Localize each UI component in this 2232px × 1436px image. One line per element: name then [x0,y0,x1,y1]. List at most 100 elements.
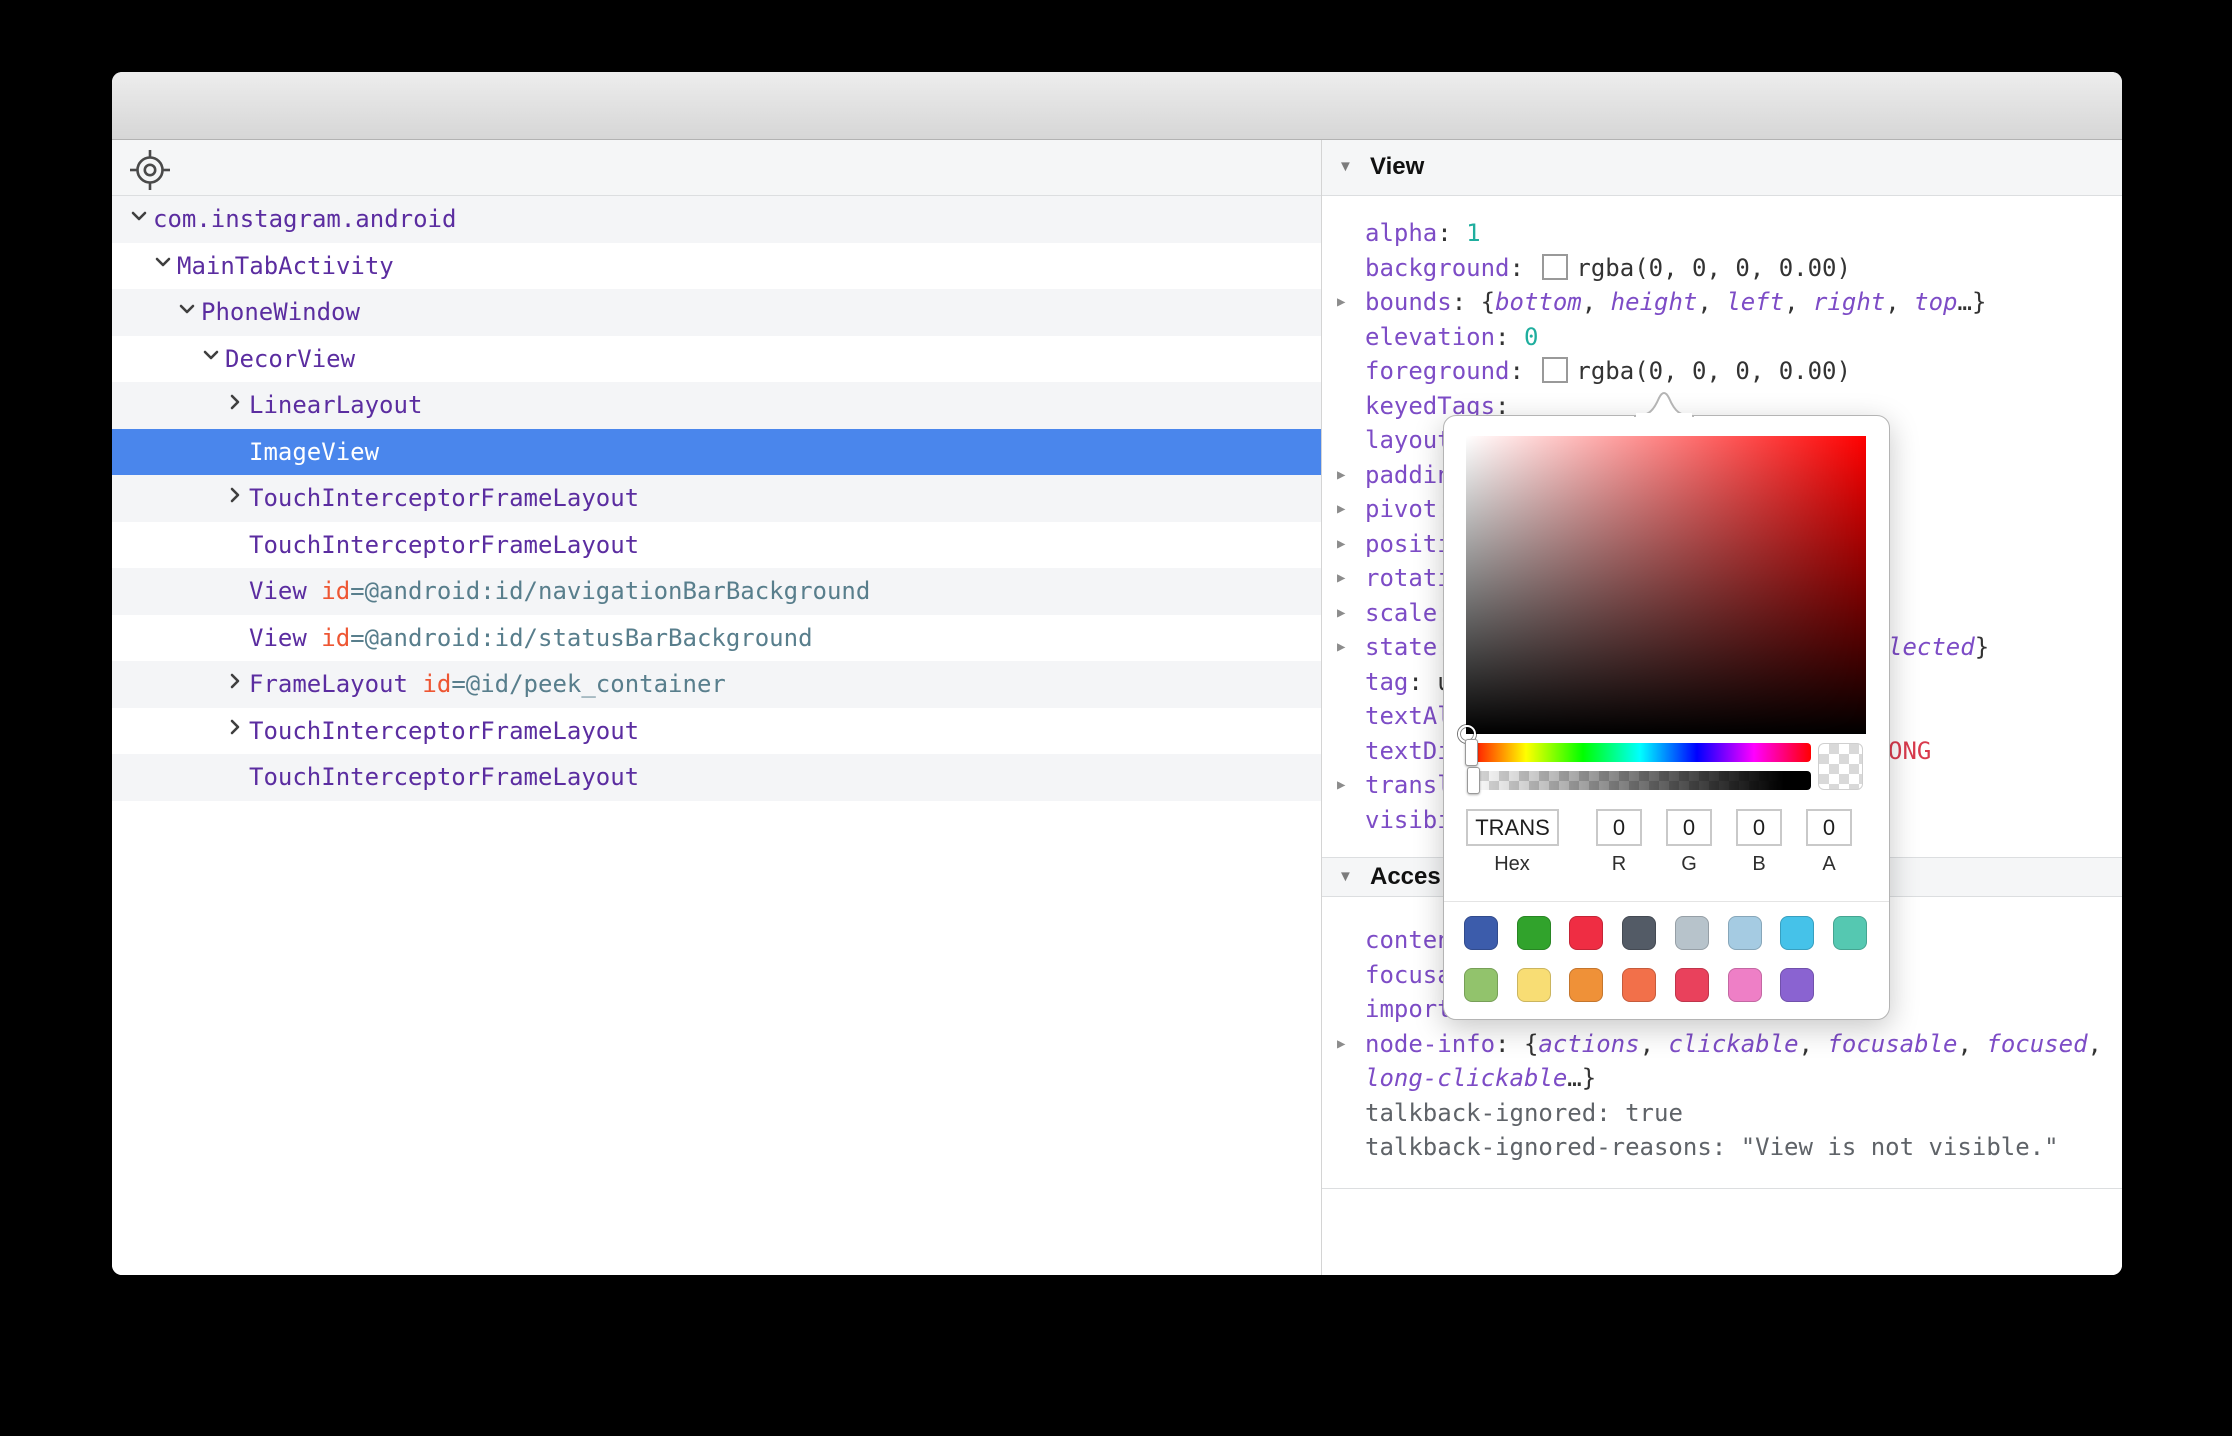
tree-row-maintabactivity[interactable]: MainTabActivity [112,243,1321,290]
property-value: left [1726,288,1784,316]
tree-row-touchinterceptorframelayout[interactable]: TouchInterceptorFrameLayout [112,475,1321,522]
red-input[interactable] [1596,809,1642,846]
collapse-triangle-icon[interactable]: ▼ [1338,858,1353,896]
property-value: right [1813,288,1885,316]
disclosure-triangle-icon[interactable]: ▶ [1337,285,1345,320]
chevron-down-icon[interactable] [153,241,177,288]
disclosure-triangle-icon[interactable]: ▶ [1337,596,1345,631]
disclosure-triangle-icon[interactable]: ▶ [1337,630,1345,665]
target-inspect-icon[interactable] [126,146,174,194]
chevron-right-icon[interactable] [225,660,249,707]
palette-swatch[interactable] [1517,916,1551,950]
palette-swatch[interactable] [1464,968,1498,1002]
palette-swatch[interactable] [1569,968,1603,1002]
property-key: true [1625,1099,1683,1127]
tree-row-framelayout[interactable]: FrameLayout id=@id/peek_container [112,661,1321,708]
chevron-right-icon[interactable] [225,706,249,753]
tree-node-label: LinearLayout [249,391,422,419]
property-key: positi [1365,530,1452,558]
tree-node-label: MainTabActivity [177,252,394,280]
palette-swatch[interactable] [1569,916,1603,950]
palette-swatch[interactable] [1622,916,1656,950]
tree-node-id-attr: id [408,670,451,698]
palette-swatch[interactable] [1675,916,1709,950]
alpha-slider[interactable] [1469,771,1811,790]
view-section-title: View [1370,140,1424,194]
chevron-down-icon[interactable] [201,334,225,381]
color-swatch-box[interactable] [1542,357,1568,383]
alpha-input[interactable] [1806,809,1852,846]
property-value: height [1611,288,1698,316]
tree-row-decorview[interactable]: DecorView [112,336,1321,383]
palette-swatch[interactable] [1780,916,1814,950]
tree-row-phonewindow[interactable]: PhoneWindow [112,289,1321,336]
tree-node-label: FrameLayout [249,670,408,698]
tree-row-linearlayout[interactable]: LinearLayout [112,382,1321,429]
property-value: : [1510,357,1539,385]
tree-row-touchinterceptorframelayout[interactable]: TouchInterceptorFrameLayout [112,522,1321,569]
property-value: , [1697,288,1726,316]
disclosure-triangle-icon[interactable]: ▶ [1337,492,1345,527]
palette-swatch[interactable] [1780,968,1814,1002]
tree-row-view[interactable]: View id=@android:id/statusBarBackground [112,615,1321,662]
property-key: rotati [1365,564,1452,592]
palette-swatch[interactable] [1622,968,1656,1002]
palette-swatch[interactable] [1728,968,1762,1002]
property-value: : [1495,1030,1524,1058]
palette-swatch[interactable] [1728,916,1762,950]
hierarchy-pane: com.instagram.android MainTabActivity Phon… [112,140,1322,1275]
property-value: lected [1888,633,1975,661]
tree-node-id-attr: id [307,577,350,605]
property-row: talkback-ignored: true [1322,1096,2122,1131]
tree-row-imageview[interactable]: ImageView [112,429,1321,476]
tree-node-label: ImageView [249,438,379,466]
disclosure-triangle-icon[interactable]: ▶ [1337,458,1345,493]
hue-slider-handle[interactable] [1465,739,1478,766]
palette-swatch[interactable] [1517,968,1551,1002]
saturation-value-gradient[interactable] [1466,436,1866,734]
chevron-down-icon[interactable] [129,195,153,242]
disclosure-triangle-icon[interactable]: ▶ [1337,768,1345,803]
property-key: alpha [1365,219,1437,247]
color-swatch-box[interactable] [1542,254,1568,280]
chevron-right-icon[interactable] [225,474,249,521]
alpha-slider-handle[interactable] [1467,767,1480,794]
palette-swatch[interactable] [1833,916,1867,950]
tree-row-touchinterceptorframelayout[interactable]: TouchInterceptorFrameLayout [112,754,1321,801]
view-section-header[interactable]: ▼ View [1322,140,2122,196]
property-key: textDi [1365,737,1452,765]
palette-swatch[interactable] [1464,916,1498,950]
blue-input[interactable] [1736,809,1782,846]
tree-node-label: com.instagram.android [153,205,456,233]
desktop-background: 1 device running [0,0,2232,1436]
collapse-triangle-icon[interactable]: ▼ [1338,140,1353,194]
property-key: bounds [1365,288,1452,316]
palette-swatch[interactable] [1675,968,1709,1002]
property-value: { [1524,1030,1538,1058]
property-row: ▶node-info: {actions, clickable, focusab… [1322,1027,2122,1096]
tree-row-touchinterceptorframelayout[interactable]: TouchInterceptorFrameLayout [112,708,1321,755]
popover-caret [1632,390,1696,417]
property-row: ▶bounds: {bottom, height, left, right, t… [1322,285,2122,320]
tree-node-label: TouchInterceptorFrameLayout [249,717,639,745]
chevron-right-icon[interactable] [225,381,249,428]
disclosure-triangle-icon[interactable]: ▶ [1337,1027,1345,1062]
property-value: bottom [1495,288,1582,316]
chevron-down-icon[interactable] [177,288,201,335]
tree-row-com.instagram.android[interactable]: com.instagram.android [112,196,1321,243]
color-picker-popover: Hex R G B A [1443,415,1890,1020]
picker-divider [1444,901,1889,902]
hex-input[interactable] [1466,809,1559,846]
property-key: focusa [1365,961,1452,989]
window-titlebar[interactable] [112,72,2122,140]
tree-node-label: TouchInterceptorFrameLayout [249,763,639,791]
tree-row-view[interactable]: View id=@android:id/navigationBarBackgro… [112,568,1321,615]
property-value: , [2088,1030,2102,1058]
tree-node-label: View [249,624,307,652]
hue-slider[interactable] [1469,743,1811,762]
green-input[interactable] [1666,809,1712,846]
disclosure-triangle-icon[interactable]: ▶ [1337,527,1345,562]
property-value: actions [1538,1030,1639,1058]
b-label: B [1729,853,1789,876]
disclosure-triangle-icon[interactable]: ▶ [1337,561,1345,596]
